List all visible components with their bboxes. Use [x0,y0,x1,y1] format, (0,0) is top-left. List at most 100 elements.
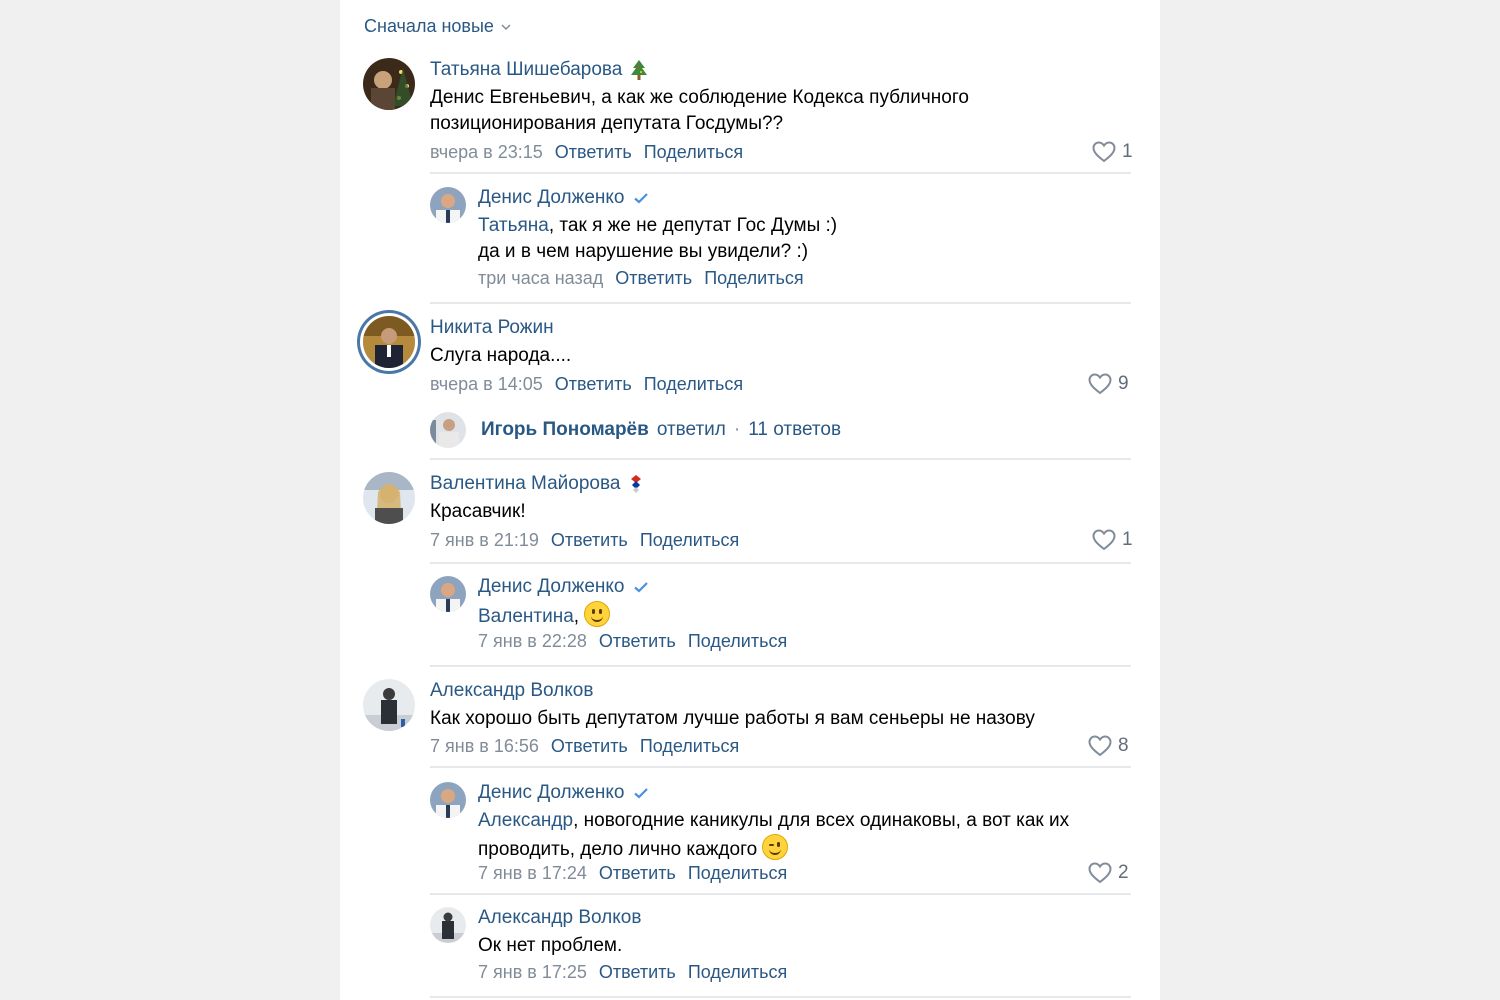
heart-icon [1092,529,1116,551]
like-count: 1 [1122,529,1133,550]
like-button[interactable]: 8 [1088,735,1129,757]
text-line: Как хорошо быть депутатом лучше работы я… [430,708,1035,729]
author-name: Александр Волков [430,680,594,701]
author-name: Татьяна Шишебарова [430,59,623,80]
timestamp: три часа назад [478,268,604,288]
heart-icon [1088,735,1112,757]
author-name: Никита Рожин [430,317,554,338]
mention-link[interactable]: Александр [478,810,573,831]
avatar[interactable] [430,907,466,943]
verified-icon [633,788,648,799]
separator-dot: · [733,419,741,440]
divider [430,458,1131,460]
wink-emoji-icon [762,834,789,860]
comment-author[interactable]: Александр Волков [430,680,593,702]
replier-name: Игорь Пономарёв [481,419,649,440]
timestamp: 7 янв в 22:28 [478,631,587,651]
verified-icon [633,582,648,593]
text-line: проводить, дело лично каждого [478,834,1069,863]
smile-emoji-icon [584,601,611,627]
reply-button[interactable]: Ответить [555,142,632,163]
comment-meta: вчера в 23:15 Ответить Поделиться [430,142,743,163]
flag-icon [631,475,642,493]
comment-meta: 7 янв в 17:24 Ответить Поделиться [478,863,787,884]
share-button[interactable]: Поделиться [688,962,787,983]
text-line: Красавчик! [430,501,526,522]
comment-author[interactable]: Денис Долженко [478,782,649,804]
like-button[interactable]: 1 [1092,529,1133,551]
comment-meta: вчера в 14:05 Ответить Поделиться [430,374,743,395]
avatar[interactable] [363,679,415,731]
comment-text: Татьяна, так я же не депутат Гос Думы :)… [478,213,837,265]
text-line: Валентина, [478,601,611,630]
timestamp: 7 янв в 17:25 [478,962,587,982]
share-button[interactable]: Поделиться [704,268,803,289]
avatar[interactable] [363,316,415,368]
share-button[interactable]: Поделиться [640,530,739,551]
comment-meta: 7 янв в 16:56 Ответить Поделиться [430,736,739,757]
comment-author[interactable]: Татьяна Шишебарова [430,59,648,81]
replies-count-link[interactable]: 11 ответов [748,419,841,441]
share-button[interactable]: Поделиться [688,631,787,652]
text-fragment: , так я же не депутат Гос Думы :) [548,215,838,236]
christmas-tree-icon [631,60,648,80]
share-button[interactable]: Поделиться [640,736,739,757]
comment-meta: три часа назад Ответить Поделиться [478,268,804,289]
comment-author[interactable]: Александр Волков [478,907,641,929]
avatar[interactable] [430,412,466,448]
comment-text: Красавчик! [430,499,526,525]
divider [430,893,1131,895]
like-count: 9 [1118,373,1129,394]
heart-icon [1092,141,1116,163]
divider [430,996,1131,998]
divider [430,766,1131,768]
text-line: позиционирования депутата Госдумы?? [430,113,784,134]
comment-author[interactable]: Валентина Майорова [430,473,644,495]
text-fragment: , новогодние каникулы для всех одинаковы… [573,810,1070,831]
divider [430,172,1131,174]
comment-text: Слуга народа.... [430,343,571,369]
avatar[interactable] [430,576,466,612]
avatar[interactable] [363,58,415,110]
sort-label: Сначала новые [364,16,494,36]
replied-label: ответил [656,419,726,440]
comment-author[interactable]: Никита Рожин [430,317,554,339]
divider [430,302,1131,304]
reply-button[interactable]: Ответить [599,863,676,884]
author-name: Денис Долженко [478,782,625,803]
text-line: Денис Евгеньевич, а как же соблюдение Ко… [430,87,969,108]
text-line: Слуга народа.... [430,345,572,366]
share-button[interactable]: Поделиться [644,142,743,163]
comment-text: Денис Евгеньевич, а как же соблюдение Ко… [430,85,969,137]
avatar[interactable] [430,782,466,818]
share-button[interactable]: Поделиться [688,863,787,884]
reply-button[interactable]: Ответить [599,631,676,652]
like-count: 1 [1122,141,1133,162]
divider [430,562,1131,564]
comment-author[interactable]: Денис Долженко [478,576,649,598]
comment-author[interactable]: Денис Долженко [478,187,649,209]
replies-summary[interactable]: Игорь Пономарёв ответил · 11 ответов [481,419,841,441]
avatar[interactable] [430,187,466,223]
text-line: Ок нет проблем. [478,935,623,956]
avatar[interactable] [363,472,415,524]
mention-link[interactable]: Валентина [478,606,574,627]
text-line: Александр, новогодние каникулы для всех … [478,808,1069,834]
like-button[interactable]: 9 [1088,373,1129,395]
mention-link[interactable]: Татьяна [478,215,549,236]
share-button[interactable]: Поделиться [644,374,743,395]
reply-button[interactable]: Ответить [555,374,632,395]
like-button[interactable]: 2 [1088,862,1129,884]
author-name: Александр Волков [478,907,642,928]
like-button[interactable]: 1 [1092,141,1133,163]
reply-button[interactable]: Ответить [551,530,628,551]
reply-button[interactable]: Ответить [551,736,628,757]
reply-button[interactable]: Ответить [599,962,676,983]
text-line: Татьяна, так я же не депутат Гос Думы :) [478,213,837,239]
sort-dropdown[interactable]: Сначала новые [364,16,512,37]
comment-text: Александр, новогодние каникулы для всех … [478,808,1069,863]
verified-icon [633,193,648,204]
comment-text: Валентина, [478,601,611,630]
text-line: да и в чем нарушение вы увидели? :) [478,241,809,262]
reply-button[interactable]: Ответить [615,268,692,289]
